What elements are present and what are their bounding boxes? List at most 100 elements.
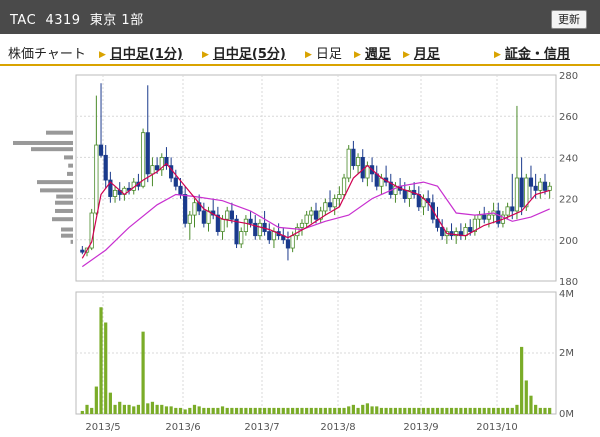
candle-body <box>519 177 524 208</box>
candle-body <box>341 177 347 195</box>
candle-body <box>332 198 337 208</box>
candle-body <box>225 210 230 220</box>
candle-body <box>243 218 249 232</box>
triangle-right-icon: ▶ <box>494 50 501 60</box>
volume-bar <box>398 407 402 414</box>
candle-body <box>248 218 253 224</box>
price-profile-bar <box>67 171 73 176</box>
tab-label: 日中足(5分) <box>212 47 286 62</box>
candle-body <box>524 177 529 208</box>
candle-body <box>285 239 291 249</box>
candle-body <box>178 185 183 195</box>
volume-bar <box>510 407 514 414</box>
volume-bar <box>85 404 89 414</box>
volume-bar <box>370 406 374 414</box>
candle-body <box>477 214 482 220</box>
volume-bar <box>80 410 84 414</box>
candle-body <box>313 210 319 220</box>
price-tick-label: 180 <box>559 277 578 288</box>
candle-body <box>94 144 99 214</box>
tab-label: 日中足(1分) <box>109 47 183 62</box>
price-tick-label: 220 <box>559 195 578 206</box>
volume-bar <box>132 406 136 414</box>
title-bar: TAC 4319 東京 1部 更新 <box>0 0 600 34</box>
volume-bar <box>94 386 98 414</box>
candle-body <box>271 231 277 241</box>
tab-weekly[interactable]: ▶ 週足 <box>354 43 391 62</box>
volume-bar <box>118 401 122 414</box>
volume-bar <box>248 407 253 414</box>
volume-bar <box>234 407 239 414</box>
triangle-right-icon: ▶ <box>403 50 410 60</box>
candle-body <box>150 165 155 175</box>
price-tick-label: 240 <box>559 153 578 164</box>
candle-body <box>234 218 239 245</box>
volume-bar <box>440 407 444 414</box>
volume-bar <box>113 404 117 414</box>
volume-bar <box>319 407 323 414</box>
volume-bar <box>333 407 337 414</box>
candle-body <box>201 210 206 224</box>
volume-bar <box>524 380 528 414</box>
volume-bar <box>379 407 384 414</box>
price-profile-bar <box>13 140 73 145</box>
volume-bar <box>192 404 197 414</box>
chart-tabs: 株価チャート ▶ 日中足(1分) ▶ 日中足(5分) ▶ 日足 ▶ 週足 ▶ 月足 ▶ 証金… <box>0 38 600 66</box>
volume-bar <box>286 407 290 414</box>
volume-bar <box>375 406 379 414</box>
volume-bar <box>538 407 542 414</box>
volume-bar <box>314 407 318 414</box>
volume-bar <box>206 407 211 414</box>
price-profile-bar <box>52 217 73 222</box>
refresh-button[interactable]: 更新 <box>551 10 587 29</box>
tab-label: 週足 <box>364 47 391 62</box>
volume-bar <box>431 407 435 414</box>
volume-bar <box>136 404 141 414</box>
candle-body <box>365 165 370 179</box>
candle-body <box>145 132 150 175</box>
volume-bar <box>150 401 155 414</box>
tab-monthly[interactable]: ▶ 月足 <box>403 43 440 62</box>
volume-bar <box>342 407 346 414</box>
volume-bar <box>384 407 388 414</box>
volume-bar <box>99 307 103 414</box>
volume-bar <box>412 407 416 414</box>
volume-bar <box>351 404 355 414</box>
stock-title: TAC 4319 東京 1部 <box>10 13 144 28</box>
volume-bar <box>435 407 440 414</box>
price-profile-bar <box>31 147 73 152</box>
candle-body <box>229 210 234 220</box>
candle-body <box>112 189 118 197</box>
volume-bar <box>127 404 131 414</box>
candle-body <box>547 185 552 191</box>
tab-intraday-1min[interactable]: ▶ 日中足(1分) <box>99 43 183 62</box>
volume-bar <box>520 346 524 414</box>
triangle-right-icon: ▶ <box>99 50 106 60</box>
volume-bar <box>477 407 482 414</box>
volume-bar <box>393 407 398 414</box>
volume-bar <box>183 409 187 414</box>
tab-margin[interactable]: ▶ 証金・信用 <box>494 43 570 62</box>
volume-bar <box>473 407 477 414</box>
volume-bar <box>417 407 421 414</box>
volume-bar <box>328 407 332 414</box>
volume-bar <box>122 404 126 414</box>
volume-bar <box>356 407 360 414</box>
volume-bar <box>267 407 271 414</box>
candle-body <box>468 227 473 232</box>
volume-bar <box>211 407 215 414</box>
tab-label: 月足 <box>413 47 440 62</box>
tab-intraday-5min[interactable]: ▶ 日中足(5分) <box>202 43 286 62</box>
tab-daily: ▶ 日足 <box>305 43 342 62</box>
volume-bar <box>543 407 547 414</box>
price-profile-bar <box>55 208 73 213</box>
volume-bar <box>403 407 407 414</box>
price-profile-bar <box>37 180 73 185</box>
candle-body <box>538 181 543 191</box>
volume-bar <box>548 407 552 414</box>
x-tick-label: 2013/5 <box>85 422 120 433</box>
price-profile-bar <box>40 188 73 193</box>
volume-bar <box>272 407 276 414</box>
candle-body <box>402 189 407 200</box>
price-profile-bar <box>70 239 73 244</box>
